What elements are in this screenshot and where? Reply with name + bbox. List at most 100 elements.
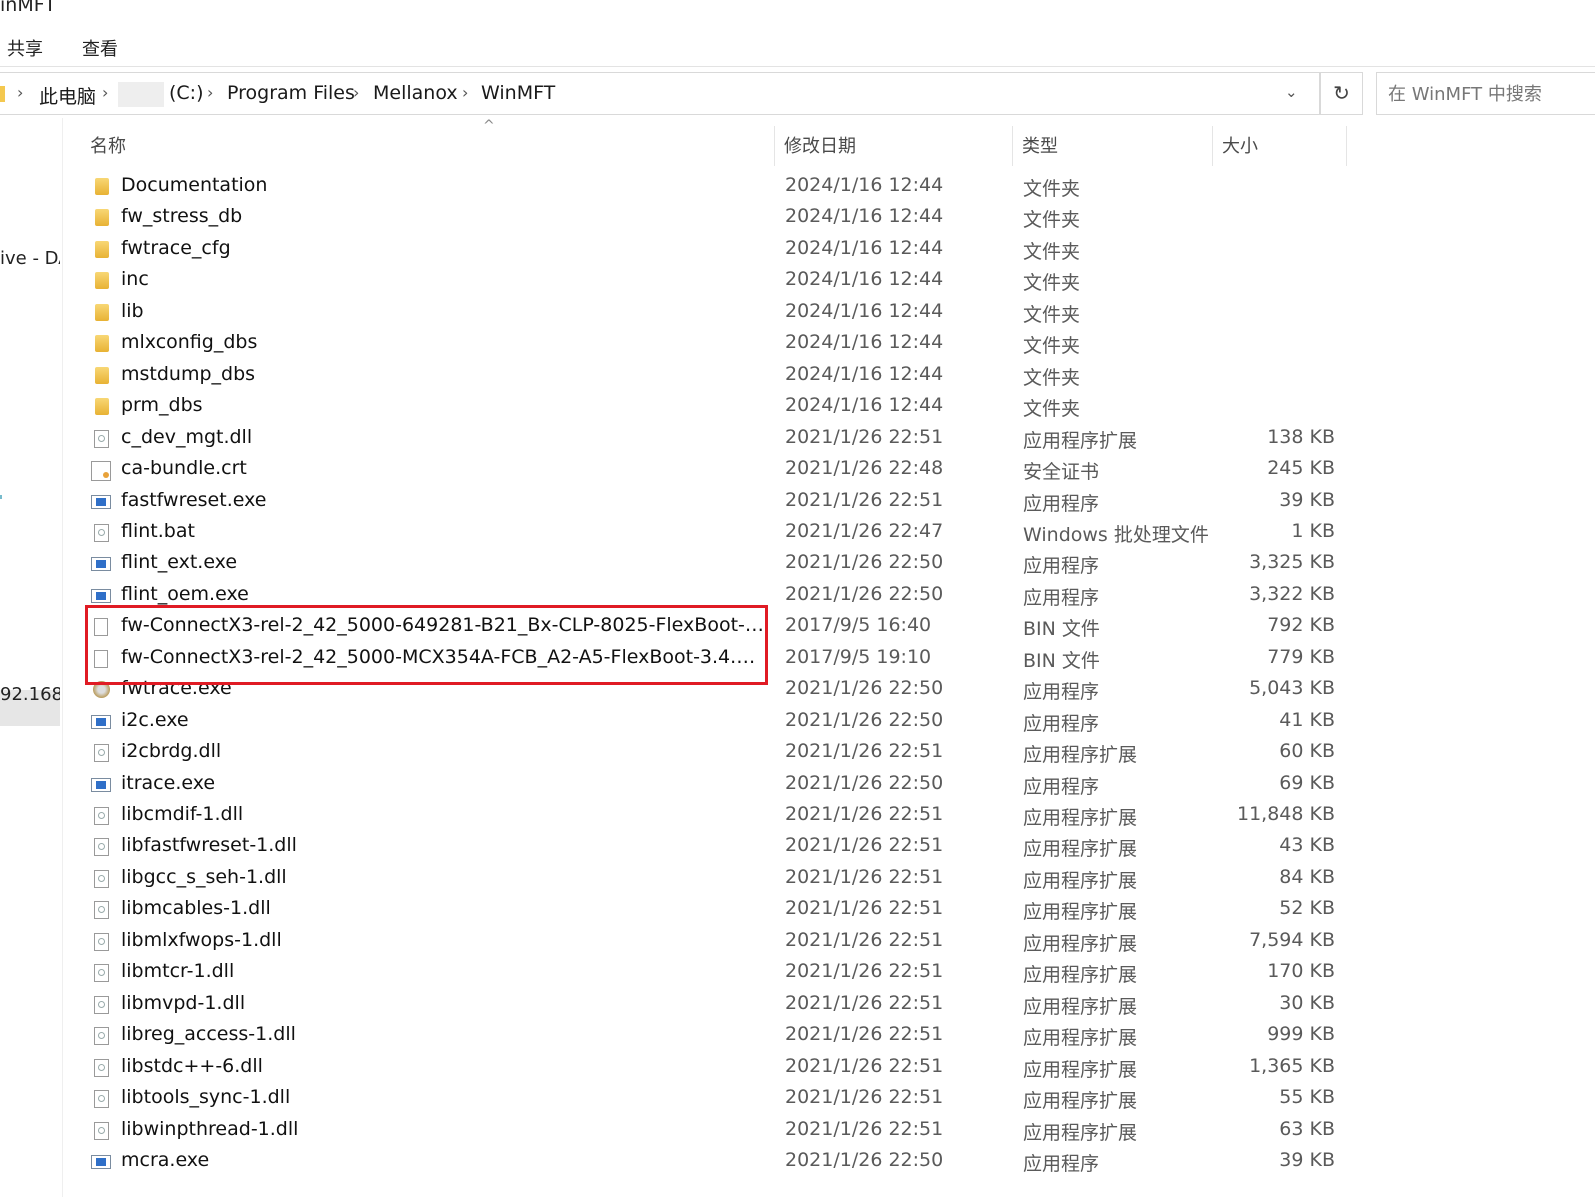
breadcrumb-mellanox[interactable]: Mellanox <box>373 82 458 104</box>
file-date: 2024/1/16 12:44 <box>785 205 944 228</box>
file-row[interactable]: fwtrace.exe 2021/1/26 22:50 应用程序 5,043 KB <box>85 675 1355 706</box>
file-row[interactable]: libmcables-1.dll 2021/1/26 22:51 应用程序扩展 52 … <box>85 895 1355 926</box>
file-name: fastfwreset.exe <box>121 488 267 511</box>
file-row[interactable]: mstdump_dbs 2024/1/16 12:44 文件夹 <box>85 361 1355 392</box>
file-row[interactable]: libmtcr-1.dll 2021/1/26 22:51 应用程序扩展 170 KB <box>85 958 1355 989</box>
file-row[interactable]: mcra.exe 2021/1/26 22:50 应用程序 39 KB <box>85 1147 1355 1178</box>
file-date: 2024/1/16 12:44 <box>785 394 944 417</box>
file-row[interactable]: flint_oem.exe 2021/1/26 22:50 应用程序 3,322 KB <box>85 581 1355 612</box>
file-type: BIN 文件 <box>1023 618 1100 641</box>
file-type: 应用程序 <box>1023 586 1100 609</box>
file-type: 文件夹 <box>1023 366 1081 389</box>
column-header-type[interactable]: 类型 <box>1022 132 1058 158</box>
file-row[interactable]: fw-ConnectX3-rel-2_42_5000-649281-B21_Bx… <box>85 612 1355 643</box>
file-row[interactable]: mlxconfig_dbs 2024/1/16 12:44 文件夹 <box>85 329 1355 360</box>
column-divider[interactable] <box>1012 126 1013 166</box>
file-row[interactable]: fwtrace_cfg 2024/1/16 12:44 文件夹 <box>85 235 1355 266</box>
file-date: 2017/9/5 16:40 <box>785 614 932 637</box>
file-date: 2021/1/26 22:51 <box>785 865 944 888</box>
column-header-size[interactable]: 大小 <box>1222 132 1258 158</box>
file-name: libwinpthread-1.dll <box>121 1117 299 1140</box>
nav-item-onedrive[interactable]: ive - DA <box>0 248 60 269</box>
file-row[interactable]: libmvpd-1.dll 2021/1/26 22:51 应用程序扩展 30 KB <box>85 990 1355 1021</box>
chevron-right-icon[interactable]: › <box>462 83 468 102</box>
file-name: i2c.exe <box>121 708 189 731</box>
chevron-right-icon[interactable]: › <box>207 83 213 102</box>
chevron-right-icon[interactable]: › <box>17 83 23 102</box>
file-type: 安全证书 <box>1023 461 1100 484</box>
exe-icon <box>91 777 111 792</box>
menu-share[interactable]: 共享 <box>7 35 43 61</box>
file-row[interactable]: Documentation 2024/1/16 12:44 文件夹 <box>85 172 1355 203</box>
breadcrumb-drive-c[interactable]: (C:) <box>169 82 204 104</box>
file-date: 2021/1/26 22:50 <box>785 1148 944 1171</box>
search-box[interactable] <box>1376 72 1595 115</box>
chevron-right-icon[interactable]: › <box>353 83 359 102</box>
file-row[interactable]: c_dev_mgt.dll 2021/1/26 22:51 应用程序扩展 138 KB <box>85 424 1355 455</box>
file-size: 60 KB <box>1279 740 1335 763</box>
file-row[interactable]: libfastfwreset-1.dll 2021/1/26 22:51 应用程序扩… <box>85 832 1355 863</box>
file-row[interactable]: itrace.exe 2021/1/26 22:50 应用程序 69 KB <box>85 770 1355 801</box>
file-date: 2021/1/26 22:51 <box>785 991 944 1014</box>
chevron-down-icon[interactable]: ⌄ <box>1285 83 1298 101</box>
file-row[interactable]: libreg_access-1.dll 2021/1/26 22:51 应用程序扩展… <box>85 1021 1355 1052</box>
address-bar[interactable]: › 此电脑 › (C:) › Program Files › Mellanox … <box>0 72 1320 115</box>
file-row[interactable]: i2c.exe 2021/1/26 22:50 应用程序 41 KB <box>85 707 1355 738</box>
exe-icon <box>91 494 111 509</box>
file-row[interactable]: fw-ConnectX3-rel-2_42_5000-MCX354A-FCB_A… <box>85 644 1355 675</box>
file-row[interactable]: libcmdif-1.dll 2021/1/26 22:51 应用程序扩展 11,84… <box>85 801 1355 832</box>
file-size: 779 KB <box>1267 645 1335 668</box>
file-type: 应用程序扩展 <box>1023 838 1138 861</box>
file-row[interactable]: lib 2024/1/16 12:44 文件夹 <box>85 298 1355 329</box>
breadcrumb-winmft[interactable]: WinMFT <box>481 82 555 104</box>
file-type: 应用程序 <box>1023 1152 1100 1175</box>
file-date: 2021/1/26 22:51 <box>785 1023 944 1046</box>
column-header-date[interactable]: 修改日期 <box>784 132 856 158</box>
file-row[interactable]: i2cbrdg.dll 2021/1/26 22:51 应用程序扩展 60 KB <box>85 738 1355 769</box>
file-row[interactable]: fw_stress_db 2024/1/16 12:44 文件夹 <box>85 203 1355 234</box>
file-row[interactable]: flint_ext.exe 2021/1/26 22:50 应用程序 3,325 KB <box>85 549 1355 580</box>
file-name: i2cbrdg.dll <box>121 740 222 763</box>
file-date: 2021/1/26 22:51 <box>785 897 944 920</box>
column-header-name[interactable]: 名称 <box>90 132 126 158</box>
dll-file-icon <box>94 1090 109 1109</box>
file-row[interactable]: libmlxfwops-1.dll 2021/1/26 22:51 应用程序扩展 7,… <box>85 927 1355 958</box>
sort-ascending-icon: ^ <box>483 118 495 134</box>
file-name: mcra.exe <box>121 1148 210 1171</box>
breadcrumb-program-files[interactable]: Program Files <box>227 82 355 104</box>
exe-icon <box>91 1154 111 1169</box>
file-row[interactable]: libstdc++-6.dll 2021/1/26 22:51 应用程序扩展 1,36… <box>85 1053 1355 1084</box>
file-type: 应用程序扩展 <box>1023 1121 1138 1144</box>
search-input[interactable] <box>1386 74 1590 114</box>
file-row[interactable]: flint.bat 2021/1/26 22:47 Windows 批处理文件 1 K… <box>85 518 1355 549</box>
dll-file-icon <box>94 1027 109 1046</box>
column-divider[interactable] <box>1212 126 1213 166</box>
file-row[interactable]: libtools_sync-1.dll 2021/1/26 22:51 应用程序扩展… <box>85 1084 1355 1115</box>
chevron-right-icon[interactable]: › <box>102 83 108 102</box>
breadcrumb-this-pc[interactable]: 此电脑 <box>39 82 96 109</box>
file-date: 2021/1/26 22:51 <box>785 488 944 511</box>
file-name: libgcc_s_seh-1.dll <box>121 865 287 888</box>
refresh-button[interactable]: ↻ <box>1320 72 1363 115</box>
file-row[interactable]: ca-bundle.crt 2021/1/26 22:48 安全证书 245 KB <box>85 455 1355 486</box>
pane-divider[interactable] <box>62 118 63 1197</box>
file-date: 2021/1/26 22:51 <box>785 1054 944 1077</box>
nav-marker <box>0 495 2 499</box>
nav-item-network[interactable]: 92.168. <box>0 684 60 705</box>
file-date: 2021/1/26 22:47 <box>785 519 944 542</box>
file-row[interactable]: inc 2024/1/16 12:44 文件夹 <box>85 266 1355 297</box>
file-row[interactable]: prm_dbs 2024/1/16 12:44 文件夹 <box>85 392 1355 423</box>
column-divider[interactable] <box>1346 126 1347 166</box>
file-name: libmvpd-1.dll <box>121 991 246 1014</box>
menu-view[interactable]: 查看 <box>82 35 118 61</box>
exe-icon <box>91 588 111 603</box>
file-size: 52 KB <box>1279 897 1335 920</box>
file-size: 55 KB <box>1279 1086 1335 1109</box>
file-date: 2024/1/16 12:44 <box>785 299 944 322</box>
exe-icon <box>91 714 111 729</box>
file-row[interactable]: libwinpthread-1.dll 2021/1/26 22:51 应用程序扩展… <box>85 1116 1355 1147</box>
column-divider[interactable] <box>774 126 775 166</box>
file-name: fwtrace.exe <box>121 677 232 700</box>
file-row[interactable]: fastfwreset.exe 2021/1/26 22:51 应用程序 39 KB <box>85 487 1355 518</box>
file-row[interactable]: libgcc_s_seh-1.dll 2021/1/26 22:51 应用程序扩展 8… <box>85 864 1355 895</box>
